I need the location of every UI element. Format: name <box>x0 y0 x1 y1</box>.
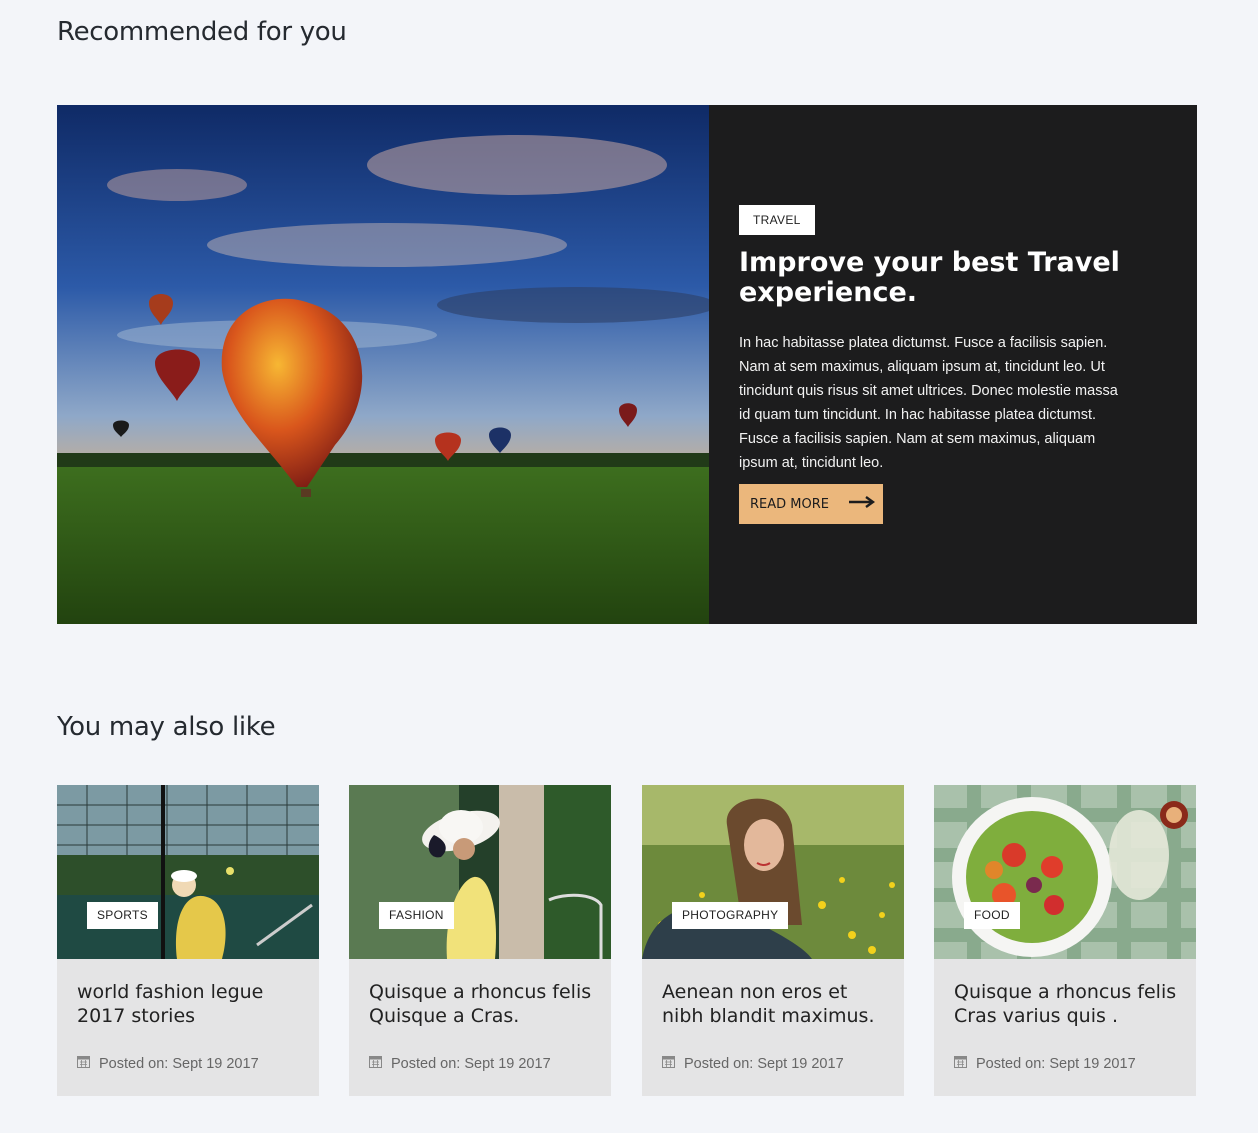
featured-image[interactable] <box>57 105 709 624</box>
post-card[interactable]: PHOTOGRAPHY Aenean non eros et nibh blan… <box>642 785 904 1096</box>
also-like-heading: You may also like <box>57 712 276 742</box>
category-tag[interactable]: TRAVEL <box>739 205 815 235</box>
card-image[interactable]: SPORTS <box>57 785 319 959</box>
read-more-label: READ MORE <box>750 496 829 512</box>
card-meta: Posted on: Sept 19 2017 <box>954 1055 1136 1072</box>
card-title[interactable]: Quisque a rhoncus felis Quisque a Cras. <box>369 980 594 1028</box>
calendar-icon <box>369 1055 382 1072</box>
featured-excerpt: In hac habitasse platea dictumst. Fusce … <box>739 335 1118 471</box>
arrow-right-icon <box>848 496 876 512</box>
read-more-button[interactable]: READ MORE <box>739 484 883 524</box>
post-date: Posted on: Sept 19 2017 <box>684 1055 844 1072</box>
hot-air-balloons-photo <box>57 105 709 624</box>
featured-content: TRAVEL Improve your best Travel experien… <box>709 105 1197 624</box>
post-date: Posted on: Sept 19 2017 <box>976 1055 1136 1072</box>
category-tag[interactable]: SPORTS <box>87 902 158 929</box>
woman-in-flowers-photo <box>642 785 904 959</box>
card-title[interactable]: Quisque a rhoncus felis Cras varius quis… <box>954 980 1179 1028</box>
category-tag[interactable]: FASHION <box>379 902 454 929</box>
card-image[interactable]: FOOD <box>934 785 1196 959</box>
card-meta: Posted on: Sept 19 2017 <box>77 1055 259 1072</box>
calendar-icon <box>77 1055 90 1072</box>
post-date: Posted on: Sept 19 2017 <box>391 1055 551 1072</box>
card-title[interactable]: Aenean non eros et nibh blandit maximus. <box>662 980 887 1028</box>
card-image[interactable]: FASHION <box>349 785 611 959</box>
calendar-icon <box>662 1055 675 1072</box>
card-image[interactable]: PHOTOGRAPHY <box>642 785 904 959</box>
featured-post: TRAVEL Improve your best Travel experien… <box>57 105 1197 624</box>
card-meta: Posted on: Sept 19 2017 <box>369 1055 551 1072</box>
category-tag[interactable]: PHOTOGRAPHY <box>672 902 789 929</box>
featured-title[interactable]: Improve your best Travel experience. <box>739 248 1159 308</box>
woman-in-sunhat-photo <box>349 785 611 959</box>
card-title[interactable]: world fashion legue 2017 stories <box>77 980 302 1028</box>
post-card[interactable]: FASHION Quisque a rhoncus felis Quisque … <box>349 785 611 1096</box>
post-card[interactable]: FOOD Quisque a rhoncus felis Cras varius… <box>934 785 1196 1096</box>
tennis-player-photo <box>57 785 319 959</box>
post-card[interactable]: SPORTS world fashion legue 2017 stories … <box>57 785 319 1096</box>
salad-bowl-photo <box>934 785 1196 959</box>
post-date: Posted on: Sept 19 2017 <box>99 1055 259 1072</box>
card-meta: Posted on: Sept 19 2017 <box>662 1055 844 1072</box>
category-tag[interactable]: FOOD <box>964 902 1020 929</box>
calendar-icon <box>954 1055 967 1072</box>
recommended-heading: Recommended for you <box>57 17 347 47</box>
